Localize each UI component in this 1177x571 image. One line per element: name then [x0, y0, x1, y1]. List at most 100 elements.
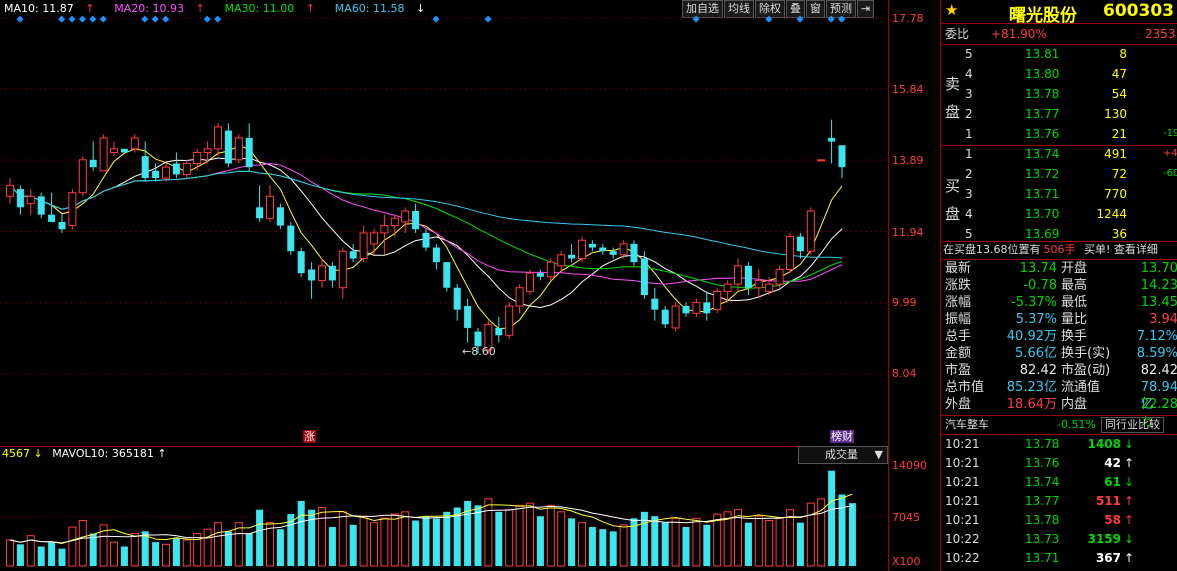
event-marker[interactable]: [484, 15, 492, 23]
stat-row: 外盘 18.64万 内盘 22.28万: [941, 396, 1177, 429]
level-number: 3: [965, 187, 973, 201]
candle-body: [68, 192, 77, 227]
volume-bar: [557, 511, 566, 567]
volume-bar: [349, 524, 357, 566]
event-marker[interactable]: [214, 15, 222, 23]
kline-chart-area[interactable]: MA10: 11.87 ↑ MA20: 10.93 ↑ MA30: 11.00 …: [0, 0, 888, 571]
trade-row: 10:21 13.74 61 ↓: [941, 473, 1177, 492]
stat-row: 涨跌 -0.78 最高 14.23: [941, 277, 1177, 294]
trade-time: 10:22: [945, 532, 980, 546]
ask-row[interactable]: 4 13.80 47: [941, 64, 1177, 84]
ask-row[interactable]: 3 13.78 54: [941, 84, 1177, 104]
buy-notice[interactable]: 在买盘13.68位置有 506手 买单! 查看详细: [943, 242, 1158, 258]
event-marker[interactable]: [16, 15, 24, 23]
level-volume: 8: [1119, 47, 1127, 61]
bid-row[interactable]: 3 13.71 770: [941, 184, 1177, 204]
bid-row[interactable]: 4 13.70 1244: [941, 204, 1177, 224]
event-marker[interactable]: [765, 15, 773, 23]
candle-body: [162, 166, 170, 179]
volume-bar: [162, 543, 170, 567]
event-marker[interactable]: [796, 15, 804, 23]
stat-row: 金额 5.66亿 换手(实) 8.59%: [941, 345, 1177, 362]
event-marker[interactable]: [692, 15, 700, 23]
stat-value: 40.92万: [1006, 329, 1057, 344]
price-axis: 17.78 15.84 13.89 11.94 9.99 8.04 14090 …: [888, 0, 941, 571]
trade-row: 10:22 13.73 3159 ↓: [941, 530, 1177, 549]
industry-row: 汽车整车 -0.51% 同行业比较: [941, 416, 1177, 434]
event-marker[interactable]: [151, 15, 159, 23]
volume-bar: [505, 509, 514, 567]
candle-body: [838, 145, 846, 168]
volume-bar: [58, 548, 66, 566]
candle-body: [526, 272, 534, 292]
event-marker[interactable]: [58, 15, 66, 23]
candle-body: [703, 302, 711, 314]
volume-bar: [765, 520, 774, 567]
level-price: 13.70: [1025, 207, 1060, 221]
candle-body: [817, 159, 826, 162]
volume-bar: [848, 503, 856, 566]
level-price: 13.81: [1025, 47, 1060, 61]
ask-row[interactable]: 2 13.77 130: [941, 104, 1177, 124]
weibi-label: 委比: [945, 27, 970, 41]
level-number: 1: [965, 147, 973, 161]
stat-value: 85.23亿: [1006, 380, 1057, 395]
trade-row: 10:21 13.78 58 ↑: [941, 511, 1177, 530]
event-marker[interactable]: [838, 15, 846, 23]
candle-body: [609, 251, 617, 255]
industry-compare-button[interactable]: 同行业比较: [1101, 417, 1164, 433]
stat-label: 总市值: [945, 380, 985, 395]
arrow-up-icon: ↑: [1124, 513, 1135, 527]
ask-row[interactable]: 5 13.81 8: [941, 44, 1177, 64]
volume-indicator-select[interactable]: 成交量 ▼: [798, 446, 888, 464]
candle-body: [546, 261, 555, 278]
level-price: 13.72: [1025, 167, 1060, 181]
ask-row[interactable]: 1 13.76 21 -19: [941, 124, 1177, 144]
volume-bar: [68, 526, 77, 567]
event-marker[interactable]: [68, 15, 76, 23]
volume-bar: [546, 504, 555, 567]
bid-row[interactable]: 1 13.74 491 +405: [941, 144, 1177, 164]
vol-ma10-label: MAVOL10: 365181 ↑: [52, 447, 167, 460]
volume-bar: [432, 518, 440, 566]
level-volume: 1244: [1096, 207, 1127, 221]
event-marker[interactable]: [203, 15, 211, 23]
price-tick: 13.89: [892, 154, 924, 167]
level-change: +405: [1163, 148, 1177, 159]
volume-bar: [754, 515, 763, 567]
volume-bar: [692, 517, 701, 567]
volume-bar: [661, 522, 669, 566]
candle-body: [515, 287, 524, 307]
event-marker[interactable]: [89, 15, 97, 23]
level-price: 13.78: [1025, 87, 1060, 101]
candle-body: [412, 210, 420, 230]
event-marker[interactable]: [162, 15, 170, 23]
limit-up-badge[interactable]: 涨: [303, 430, 316, 443]
level-volume: 21: [1111, 127, 1127, 141]
event-marker[interactable]: [141, 15, 149, 23]
bid-row[interactable]: 2 13.72 72 -60: [941, 164, 1177, 184]
bangcai-badge[interactable]: 榜财: [830, 430, 854, 443]
candle-body: [390, 217, 399, 227]
volume-bar: [359, 515, 368, 567]
candle-body: [775, 268, 784, 285]
candle-body: [557, 254, 566, 267]
volume-bar: [412, 520, 420, 566]
volume-bar: [806, 502, 815, 567]
event-marker[interactable]: [78, 15, 86, 23]
candle-body: [16, 189, 24, 208]
arrow-up-icon: ↑: [1124, 494, 1135, 508]
event-marker[interactable]: [827, 15, 835, 23]
event-marker[interactable]: [432, 15, 440, 23]
quote-panel: ★ 曙光股份 600303 委比 +81.90% 2353 卖盘 5 13.81 8…: [940, 0, 1177, 571]
candle-body: [120, 148, 128, 153]
star-icon[interactable]: ★: [945, 1, 958, 19]
volume-indicator-label: 成交量: [825, 448, 858, 461]
candle-body: [453, 287, 461, 310]
arrow-down-icon: ↓: [1124, 437, 1135, 451]
industry-name[interactable]: 汽车整车: [945, 416, 989, 434]
candle-body: [152, 170, 160, 179]
price-tick: 15.84: [892, 83, 924, 96]
event-marker[interactable]: [99, 15, 107, 23]
candle-body: [359, 232, 368, 260]
